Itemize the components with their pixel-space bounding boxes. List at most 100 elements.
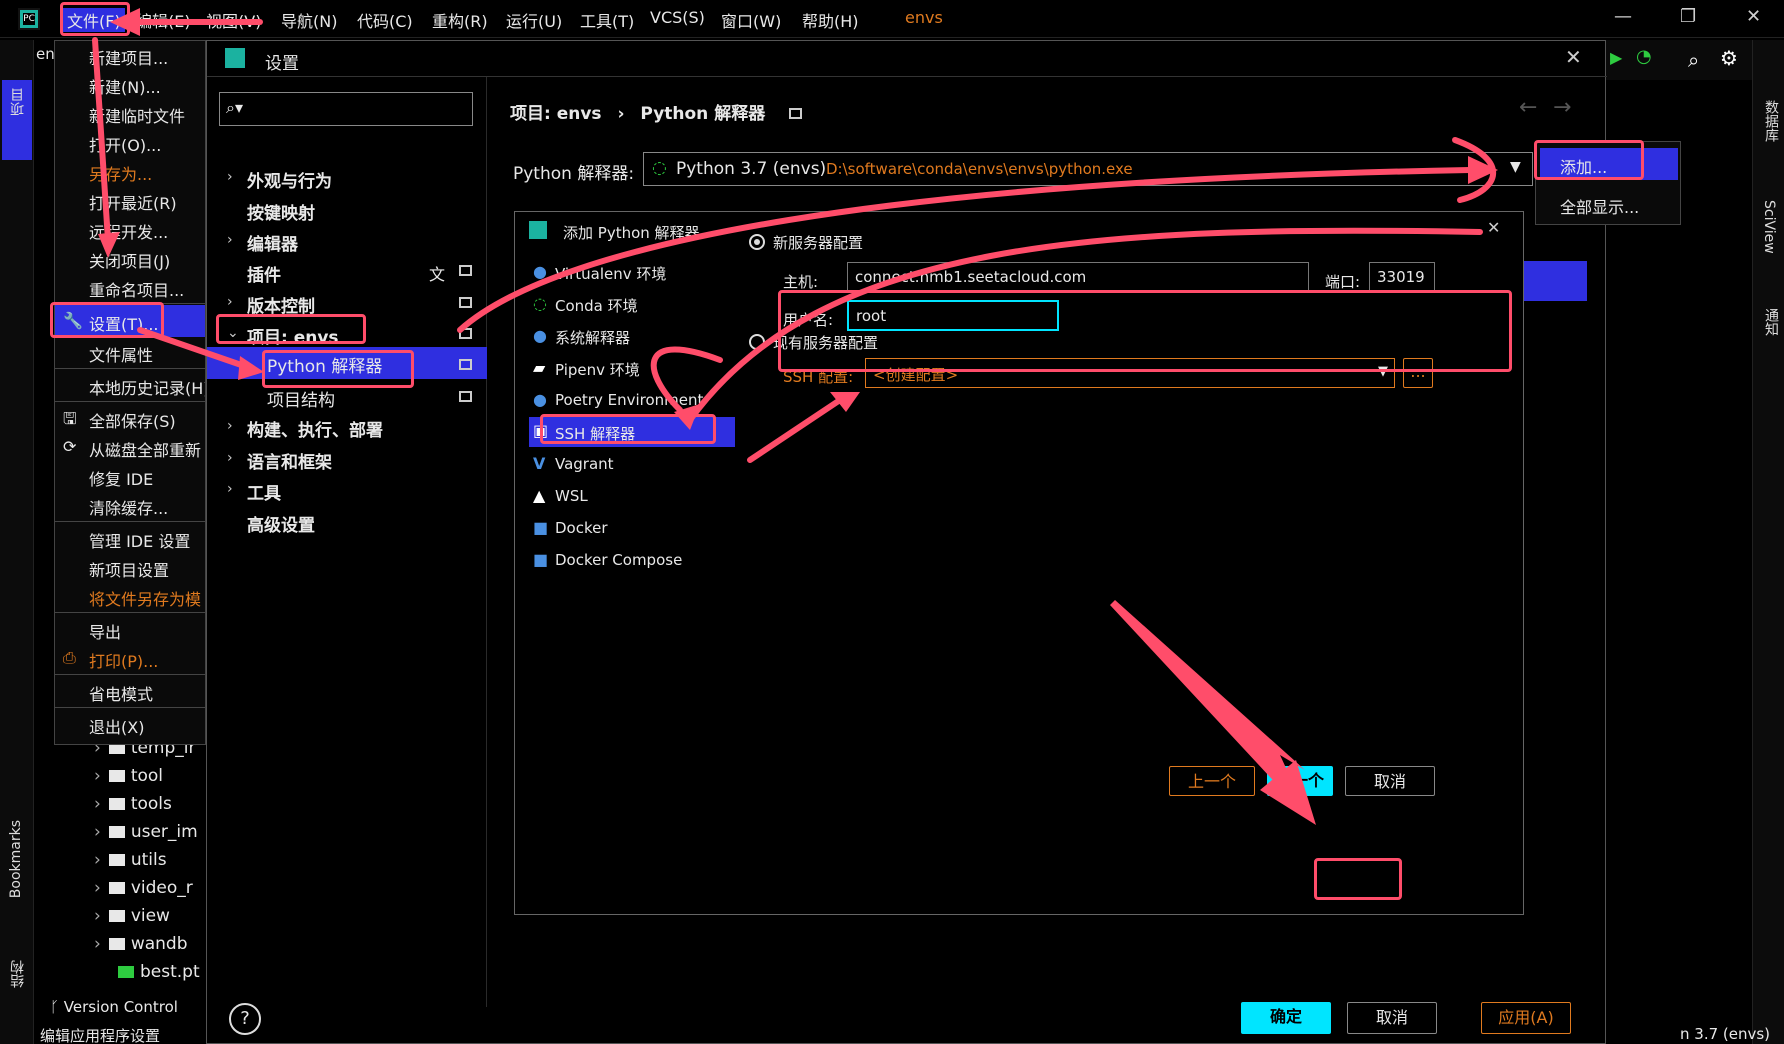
username-input[interactable]: root [847, 300, 1059, 331]
file-menu-item[interactable]: 远程开发... [89, 219, 168, 243]
file-menu-item[interactable]: 打开(O)... [89, 132, 161, 156]
menu-window[interactable]: 窗口(W) [721, 8, 781, 32]
env-item-pipenv[interactable]: Pipenv 环境 [555, 359, 640, 380]
sidebar-item-project[interactable]: 项目: envs [247, 323, 339, 348]
host-input[interactable]: connect.nmb1.seetacloud.com [847, 262, 1309, 293]
cancel-button[interactable]: 取消 [1347, 1002, 1437, 1034]
menu-view[interactable]: 视图(V) [206, 8, 261, 32]
tree-row[interactable]: › tools [94, 794, 172, 814]
env-item-conda[interactable]: Conda 环境 [555, 295, 638, 316]
breadcrumb-project[interactable]: 项目: envs [510, 104, 602, 124]
file-menu-item[interactable]: 全部保存(S) [89, 408, 176, 432]
sidebar-item-build[interactable]: 构建、执行、部署 [247, 416, 383, 441]
env-item-wsl[interactable]: WSL [555, 487, 588, 505]
tree-row[interactable]: › tool [94, 766, 163, 786]
menu-vcs[interactable]: VCS(S) [650, 8, 705, 27]
file-menu-item[interactable]: 新建临时文件 [89, 103, 185, 127]
file-menu-item[interactable]: 新项目设置 [89, 557, 169, 581]
sciview-tool-label[interactable]: SciView [1761, 200, 1777, 254]
close-icon[interactable]: ✕ [1746, 6, 1761, 27]
env-item-vagrant[interactable]: Vagrant [555, 455, 614, 473]
file-menu-item[interactable]: 新建(N)... [89, 74, 161, 98]
close-icon[interactable]: ✕ [1487, 218, 1500, 237]
file-menu-item[interactable]: 退出(X) [89, 714, 144, 738]
menu-help[interactable]: 帮助(H) [802, 8, 859, 32]
existing-server-radio[interactable] [749, 334, 765, 350]
tree-row[interactable]: › view [94, 906, 170, 926]
status-bar-interpreter[interactable]: n 3.7 (envs) [1680, 1025, 1770, 1043]
file-menu-item[interactable]: 管理 IDE 设置 [89, 528, 190, 552]
file-menu-item[interactable]: 关闭项目(J) [89, 248, 170, 272]
menu-run[interactable]: 运行(U) [506, 8, 562, 32]
sidebar-item-tools[interactable]: 工具 [247, 479, 281, 504]
apply-button[interactable]: 应用(A) [1481, 1002, 1571, 1034]
new-server-radio[interactable] [749, 234, 765, 250]
ok-button[interactable]: 确定 [1241, 1002, 1331, 1034]
file-menu-item[interactable]: 重命名项目... [89, 277, 184, 301]
file-menu-item[interactable]: 修复 IDE [89, 466, 153, 490]
env-item-docker-compose[interactable]: Docker Compose [555, 551, 682, 569]
file-menu-item[interactable]: 导出 [89, 619, 121, 643]
sidebar-item-appearance[interactable]: 外观与行为 [247, 167, 332, 192]
file-menu-item[interactable]: 打开最近(R) [89, 190, 177, 214]
file-menu-item[interactable]: 从磁盘全部重新 [89, 437, 201, 461]
project-tool-button[interactable]: 项目 [2, 80, 32, 160]
close-icon[interactable]: ✕ [1565, 45, 1582, 69]
search-input[interactable]: ⌕▾ [219, 92, 473, 126]
minimize-icon[interactable]: — [1614, 6, 1632, 27]
interpreter-select[interactable]: ◌ Python 3.7 (envs) D:\software\conda\en… [643, 152, 1533, 186]
search-everywhere-icon[interactable]: ⌕ [1688, 48, 1699, 72]
project-tab[interactable]: en [36, 44, 55, 74]
file-menu-item[interactable]: 打印(P)... [89, 648, 158, 672]
menu-tools[interactable]: 工具(T) [580, 8, 634, 32]
file-menu-item[interactable]: 将文件另存为模 [89, 586, 201, 610]
menu-navigate[interactable]: 导航(N) [281, 8, 337, 32]
env-item-poetry[interactable]: Poetry Environment [555, 391, 703, 409]
ssh-config-more-button[interactable]: ... [1403, 358, 1433, 388]
sidebar-item-keymap[interactable]: 按键映射 [247, 199, 315, 224]
tree-row[interactable]: › utils [94, 850, 167, 870]
menu-refactor[interactable]: 重构(R) [432, 8, 488, 32]
sidebar-item-project-structure[interactable]: 项目结构 [267, 386, 335, 411]
file-menu-item[interactable]: 新建项目... [89, 45, 168, 69]
settings-gear-icon[interactable]: ⚙ [1720, 46, 1738, 70]
restore-icon[interactable]: ❐ [1680, 6, 1696, 27]
menu-edit[interactable]: 编辑(E) [136, 8, 191, 32]
forward-arrow-icon[interactable]: → [1553, 95, 1571, 120]
database-tool-label[interactable]: 数据库 [1761, 100, 1781, 142]
project-tab-label: en [36, 45, 55, 63]
port-input[interactable]: 33019 [1369, 262, 1435, 293]
structure-tool-label[interactable]: 结构 [8, 960, 28, 988]
sidebar-item-languages[interactable]: 语言和框架 [247, 448, 332, 473]
file-menu-item[interactable]: 文件属性 [89, 342, 153, 366]
menu-code[interactable]: 代码(C) [357, 8, 413, 32]
file-menu-item[interactable]: 本地历史记录(H) [89, 375, 205, 399]
env-item-docker[interactable]: Docker [555, 519, 608, 537]
sidebar-item-plugins[interactable]: 插件 [247, 261, 281, 286]
back-arrow-icon[interactable]: ← [1519, 95, 1537, 120]
menu-file[interactable]: 文件(F) [63, 8, 125, 32]
sidebar-item-advanced[interactable]: 高级设置 [247, 511, 315, 536]
file-menu-item[interactable]: 清除缓存... [89, 495, 168, 519]
run-icon[interactable]: ▶ [1610, 48, 1622, 67]
file-menu-item[interactable]: 省电模式 [89, 681, 153, 705]
env-item-system[interactable]: 系统解释器 [555, 327, 630, 348]
previous-button[interactable]: 上一个 [1169, 766, 1255, 796]
tree-row[interactable]: › video_r [94, 878, 193, 898]
tree-row[interactable]: › wandb [94, 934, 188, 954]
notifications-tool-label[interactable]: 通知 [1761, 308, 1781, 336]
file-menu-item[interactable]: 另存为... [89, 161, 152, 185]
env-item-virtualenv[interactable]: Virtualenv 环境 [555, 263, 666, 284]
sidebar-item-editor[interactable]: 编辑器 [247, 230, 298, 255]
show-all-menu-item[interactable]: 全部显示... [1560, 194, 1639, 218]
version-control-tab[interactable]: ᚴ Version Control [50, 998, 178, 1016]
cancel-button[interactable]: 取消 [1345, 766, 1435, 796]
tree-row[interactable]: › user_im [94, 822, 198, 842]
ssh-config-select[interactable]: <创建配置> ▼ [865, 358, 1395, 388]
profile-run-icon[interactable]: ◔ [1636, 46, 1652, 67]
sidebar-item-vcs[interactable]: 版本控制 [247, 292, 315, 317]
bookmarks-tool-label[interactable]: Bookmarks [8, 820, 24, 898]
next-button[interactable]: 下一个 [1267, 766, 1333, 796]
help-icon[interactable]: ? [229, 1003, 261, 1035]
tree-row[interactable]: best.pt [118, 962, 200, 982]
